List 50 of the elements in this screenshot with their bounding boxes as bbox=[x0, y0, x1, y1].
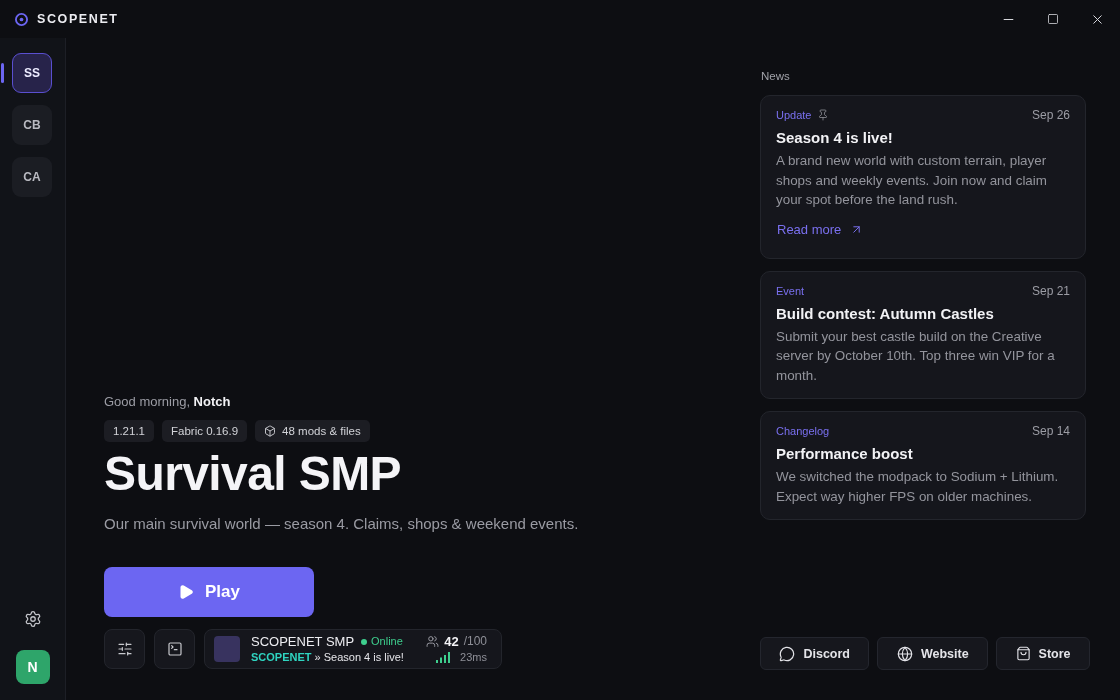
play-button[interactable]: Play bbox=[104, 567, 314, 617]
info-tag: Fabric 0.16.9 bbox=[162, 420, 248, 443]
shopping-bag-icon bbox=[1015, 646, 1031, 661]
server-icon bbox=[214, 636, 240, 662]
news-title: Season 4 is live! bbox=[776, 128, 894, 148]
server-description: Our main survival world — season 4. Claims, shops & weekend events. bbox=[104, 514, 580, 534]
news-date: Sep 26 bbox=[1031, 108, 1070, 122]
play-icon bbox=[178, 584, 194, 600]
active-marker bbox=[1, 63, 4, 83]
link-button[interactable]: Discord bbox=[760, 637, 870, 670]
console-button[interactable] bbox=[154, 629, 195, 669]
news-date: Sep 14 bbox=[1031, 424, 1070, 438]
players-icon bbox=[426, 634, 440, 648]
status-text: Online bbox=[371, 634, 403, 649]
news-title: Performance boost bbox=[776, 444, 914, 464]
news-body: A brand new world with custom terrain, player shops and weekly events. Join now and claim your spot before the land rush. bbox=[776, 152, 1048, 209]
player-count: 42 bbox=[444, 633, 459, 649]
news-category: Event bbox=[776, 284, 805, 297]
chat-bubble-icon bbox=[779, 645, 796, 662]
news-date: Sep 21 bbox=[1031, 283, 1070, 298]
read-more-link[interactable]: Read more bbox=[777, 220, 864, 239]
logo-icon bbox=[15, 12, 28, 26]
tag-label: 48 mods & files bbox=[282, 425, 361, 438]
app-title: SCOPENET bbox=[37, 12, 119, 26]
settings-icon[interactable] bbox=[23, 610, 42, 628]
link-button[interactable]: Store bbox=[996, 637, 1090, 670]
news-category: Changelog bbox=[776, 425, 830, 437]
settings-sliders-button[interactable] bbox=[104, 629, 145, 669]
link-button[interactable]: Website bbox=[877, 637, 989, 670]
sliders-icon bbox=[116, 641, 133, 657]
terminal-icon bbox=[166, 641, 183, 657]
server-tile[interactable]: SS bbox=[12, 53, 52, 93]
news-body: We switched the modpack to Sodium + Lithium. Expect way higher FPS on older machines. bbox=[776, 468, 1060, 506]
ping-text: 23ms bbox=[460, 649, 487, 665]
info-tag: 1.21.1 bbox=[104, 420, 154, 443]
greeting-text: Good morning, Notch bbox=[104, 393, 232, 412]
news-category: Update bbox=[776, 109, 812, 121]
news-title: Build contest: Autumn Castles bbox=[776, 303, 995, 324]
news-body: Submit your best castle build on the Creative server by October 10th. Top three win VIP for a month. bbox=[776, 327, 1056, 385]
globe-icon bbox=[896, 645, 913, 662]
server-motd: SCOPENET » Season 4 is live! bbox=[251, 650, 404, 664]
server-tile[interactable]: CA bbox=[12, 157, 52, 197]
news-heading: News bbox=[760, 69, 791, 83]
server-title: Survival SMP bbox=[104, 448, 402, 501]
server-tile[interactable]: CB bbox=[12, 105, 52, 145]
maximize-icon[interactable] bbox=[1047, 13, 1059, 25]
player-max: /100 bbox=[463, 633, 487, 649]
server-name: SCOPENET SMP bbox=[251, 634, 355, 649]
cube-icon bbox=[264, 425, 277, 438]
signal-bars-icon bbox=[436, 651, 451, 663]
